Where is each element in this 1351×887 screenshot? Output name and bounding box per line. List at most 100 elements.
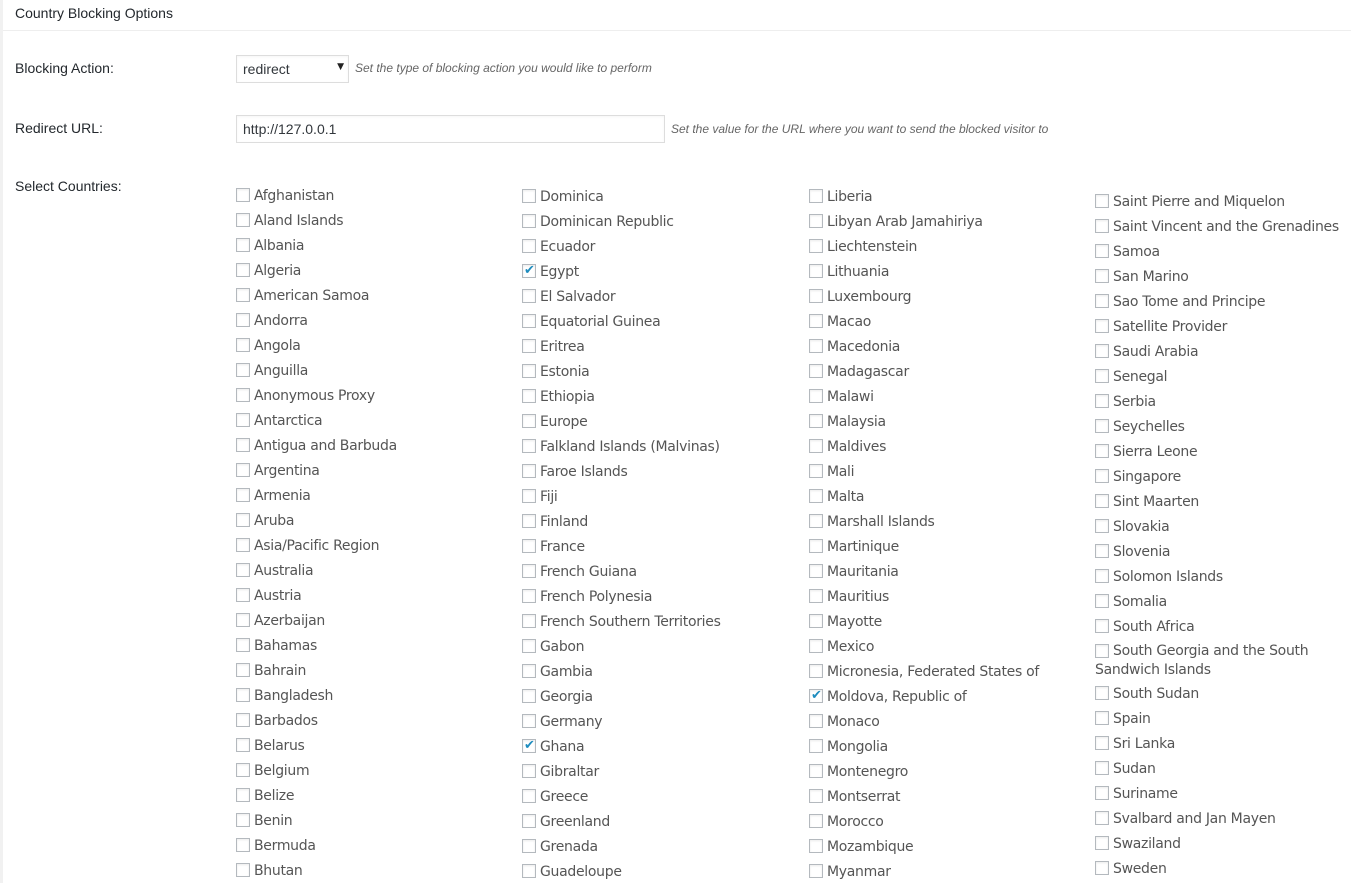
country-option[interactable]: ✔ Anguilla <box>236 361 506 386</box>
country-label[interactable]: Senegal <box>1113 369 1168 385</box>
country-label[interactable]: Sint Maarten <box>1113 494 1199 510</box>
country-option[interactable]: ✔ Angola <box>236 336 506 361</box>
country-option[interactable]: ✔ Germany <box>522 712 792 737</box>
country-option[interactable]: ✔ Mozambique <box>809 837 1079 862</box>
country-option[interactable]: ✔ Ghana <box>522 737 792 762</box>
country-label[interactable]: Slovakia <box>1113 519 1170 535</box>
country-checkbox[interactable]: ✔ <box>522 589 536 603</box>
country-label[interactable]: Marshall Islands <box>827 514 935 530</box>
country-checkbox[interactable]: ✔ <box>809 214 823 228</box>
country-option[interactable]: ✔ Slovenia <box>1095 542 1350 567</box>
country-option[interactable]: ✔ Libyan Arab Jamahiriya <box>809 212 1079 237</box>
country-option[interactable]: ✔ Monaco <box>809 712 1079 737</box>
country-checkbox[interactable]: ✔ <box>809 514 823 528</box>
country-label[interactable]: Montserrat <box>827 789 901 805</box>
country-option[interactable]: ✔ Finland <box>522 512 792 537</box>
country-option[interactable]: ✔ American Samoa <box>236 286 506 311</box>
country-option[interactable]: ✔ Mali <box>809 462 1079 487</box>
country-checkbox[interactable]: ✔ <box>236 563 250 577</box>
country-checkbox[interactable]: ✔ <box>236 463 250 477</box>
country-label[interactable]: Algeria <box>254 263 301 279</box>
country-checkbox[interactable]: ✔ <box>809 364 823 378</box>
country-checkbox[interactable]: ✔ <box>522 539 536 553</box>
country-label[interactable]: Bahamas <box>254 638 317 654</box>
country-option[interactable]: ✔ Sweden <box>1095 859 1350 884</box>
country-label[interactable]: Lithuania <box>827 264 889 280</box>
country-option[interactable]: ✔ Malta <box>809 487 1079 512</box>
country-option[interactable]: ✔ Algeria <box>236 261 506 286</box>
country-checkbox[interactable]: ✔ <box>809 639 823 653</box>
country-label[interactable]: Mongolia <box>827 739 888 755</box>
country-option[interactable]: ✔ Singapore <box>1095 467 1350 492</box>
country-checkbox[interactable]: ✔ <box>1095 544 1109 558</box>
country-label[interactable]: Faroe Islands <box>540 464 628 480</box>
country-label[interactable]: Sierra Leone <box>1113 444 1198 460</box>
country-checkbox[interactable]: ✔ <box>1095 786 1109 800</box>
country-option[interactable]: ✔ South Africa <box>1095 617 1350 642</box>
country-option[interactable]: ✔ Montenegro <box>809 762 1079 787</box>
country-label[interactable]: Malaysia <box>827 414 886 430</box>
country-option[interactable]: ✔ Madagascar <box>809 362 1079 387</box>
country-label[interactable]: Monaco <box>827 714 880 730</box>
country-option[interactable]: ✔ Eritrea <box>522 337 792 362</box>
country-option[interactable]: ✔ Mayotte <box>809 612 1079 637</box>
country-checkbox[interactable]: ✔ <box>522 364 536 378</box>
country-label[interactable]: Anonymous Proxy <box>254 388 375 404</box>
country-checkbox[interactable]: ✔ <box>1095 269 1109 283</box>
country-option[interactable]: ✔ Mongolia <box>809 737 1079 762</box>
country-label[interactable]: French Guiana <box>540 564 637 580</box>
country-option[interactable]: ✔ Mauritania <box>809 562 1079 587</box>
country-checkbox[interactable]: ✔ <box>236 538 250 552</box>
country-checkbox[interactable]: ✔ <box>522 664 536 678</box>
country-checkbox[interactable]: ✔ <box>1095 569 1109 583</box>
country-option[interactable]: ✔ Morocco <box>809 812 1079 837</box>
country-option[interactable]: ✔ Barbados <box>236 711 506 736</box>
country-checkbox[interactable]: ✔ <box>809 614 823 628</box>
country-label[interactable]: Suriname <box>1113 786 1178 802</box>
country-checkbox[interactable]: ✔ <box>236 838 250 852</box>
country-label[interactable]: Samoa <box>1113 244 1160 260</box>
country-option[interactable]: ✔ Belgium <box>236 761 506 786</box>
country-checkbox[interactable]: ✔ <box>1095 861 1109 875</box>
country-option[interactable]: ✔ Aruba <box>236 511 506 536</box>
country-option[interactable]: ✔ Maldives <box>809 437 1079 462</box>
country-label[interactable]: Anguilla <box>254 363 308 379</box>
blocking-action-select[interactable]: redirect ▼ <box>236 55 349 83</box>
country-label[interactable]: Somalia <box>1113 594 1167 610</box>
country-option[interactable]: ✔ Egypt <box>522 262 792 287</box>
country-label[interactable]: Solomon Islands <box>1113 569 1223 585</box>
country-label[interactable]: Spain <box>1113 711 1151 727</box>
country-checkbox[interactable]: ✔ <box>1095 761 1109 775</box>
country-option[interactable]: ✔ Australia <box>236 561 506 586</box>
country-checkbox[interactable]: ✔ <box>809 239 823 253</box>
country-label[interactable]: Afghanistan <box>254 188 334 204</box>
country-option[interactable]: ✔ San Marino <box>1095 267 1350 292</box>
country-label[interactable]: Georgia <box>540 689 593 705</box>
country-checkbox[interactable]: ✔ <box>1095 444 1109 458</box>
country-label[interactable]: Gibraltar <box>540 764 599 780</box>
country-option[interactable]: ✔ Greenland <box>522 812 792 837</box>
country-label[interactable]: Ethiopia <box>540 389 595 405</box>
country-label[interactable]: Micronesia, Federated States of <box>827 664 1039 680</box>
country-checkbox[interactable]: ✔ <box>522 639 536 653</box>
country-option[interactable]: ✔ Liechtenstein <box>809 237 1079 262</box>
country-checkbox[interactable]: ✔ <box>809 664 823 678</box>
country-checkbox[interactable]: ✔ <box>522 564 536 578</box>
country-option[interactable]: ✔ Lithuania <box>809 262 1079 287</box>
country-checkbox[interactable]: ✔ <box>236 663 250 677</box>
country-checkbox[interactable]: ✔ <box>522 514 536 528</box>
country-option[interactable]: ✔ Fiji <box>522 487 792 512</box>
country-option[interactable]: ✔ Guadeloupe <box>522 862 792 887</box>
country-option[interactable]: ✔ Sint Maarten <box>1095 492 1350 517</box>
country-checkbox[interactable]: ✔ <box>236 413 250 427</box>
country-option[interactable]: ✔ Andorra <box>236 311 506 336</box>
country-option[interactable]: ✔ Dominican Republic <box>522 212 792 237</box>
country-label[interactable]: Bahrain <box>254 663 306 679</box>
country-checkbox[interactable]: ✔ <box>809 414 823 428</box>
country-checkbox[interactable]: ✔ <box>809 814 823 828</box>
country-option[interactable]: ✔ El Salvador <box>522 287 792 312</box>
country-option[interactable]: ✔ Greece <box>522 787 792 812</box>
country-option[interactable]: ✔ Mexico <box>809 637 1079 662</box>
country-checkbox[interactable]: ✔ <box>1095 219 1109 233</box>
country-label[interactable]: Ecuador <box>540 239 595 255</box>
